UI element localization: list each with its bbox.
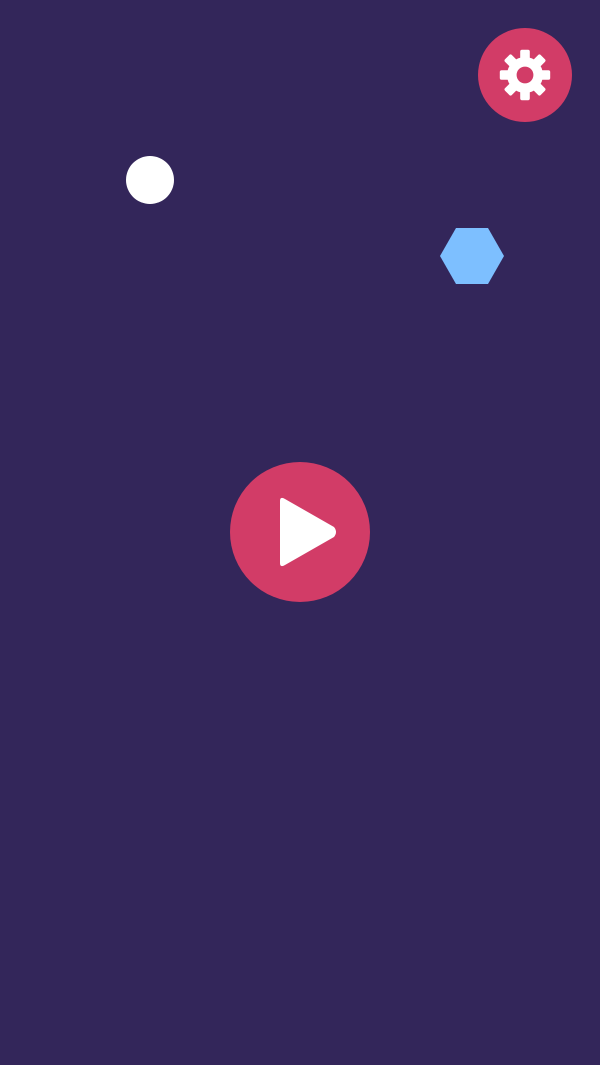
blue-hexagon (440, 228, 504, 284)
white-dot (126, 156, 174, 204)
play-button[interactable] (230, 462, 370, 602)
play-icon (230, 462, 370, 602)
game-start-screen (0, 0, 600, 1065)
settings-button[interactable] (478, 28, 572, 122)
gear-icon (495, 45, 555, 105)
